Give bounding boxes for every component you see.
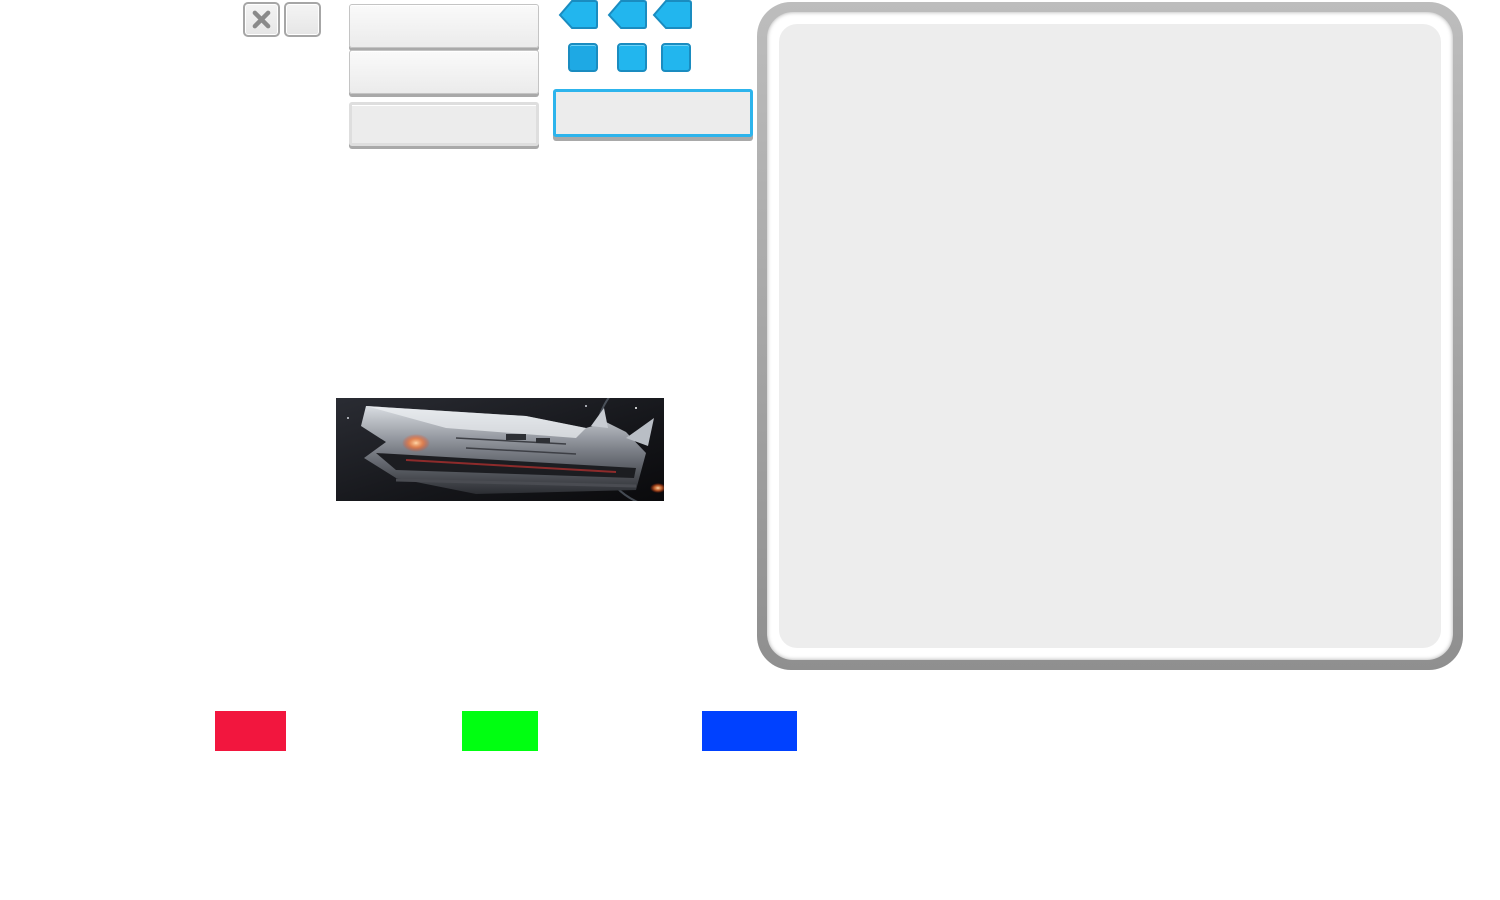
content-panel-frame [767,12,1453,660]
arrow-left-icon [558,0,598,29]
content-panel [757,2,1463,670]
close-x-icon [252,10,271,29]
arrow-left-icon [607,0,647,29]
spaceship-banner-art [336,398,664,501]
swatch-green[interactable] [462,711,538,751]
menu-button-1[interactable] [349,4,539,48]
game-ui-canvas [0,0,1500,900]
menu-button-3[interactable] [349,102,539,146]
text-input[interactable] [553,89,753,137]
spaceship-banner [336,398,664,501]
square-button[interactable] [284,2,321,37]
arrow-left-icon [652,0,692,29]
swatch-blue[interactable] [702,711,797,751]
arrow-left-button-3[interactable] [652,0,692,30]
close-button[interactable] [243,2,280,37]
blue-square-button-2[interactable] [617,43,647,72]
blue-square-button-3[interactable] [661,43,691,72]
arrow-left-button-2[interactable] [607,0,647,30]
blue-square-button-1[interactable] [568,43,598,72]
menu-button-2[interactable] [349,50,539,94]
arrow-left-button-1[interactable] [558,0,598,30]
swatch-red[interactable] [215,711,286,751]
content-panel-body [779,24,1441,648]
